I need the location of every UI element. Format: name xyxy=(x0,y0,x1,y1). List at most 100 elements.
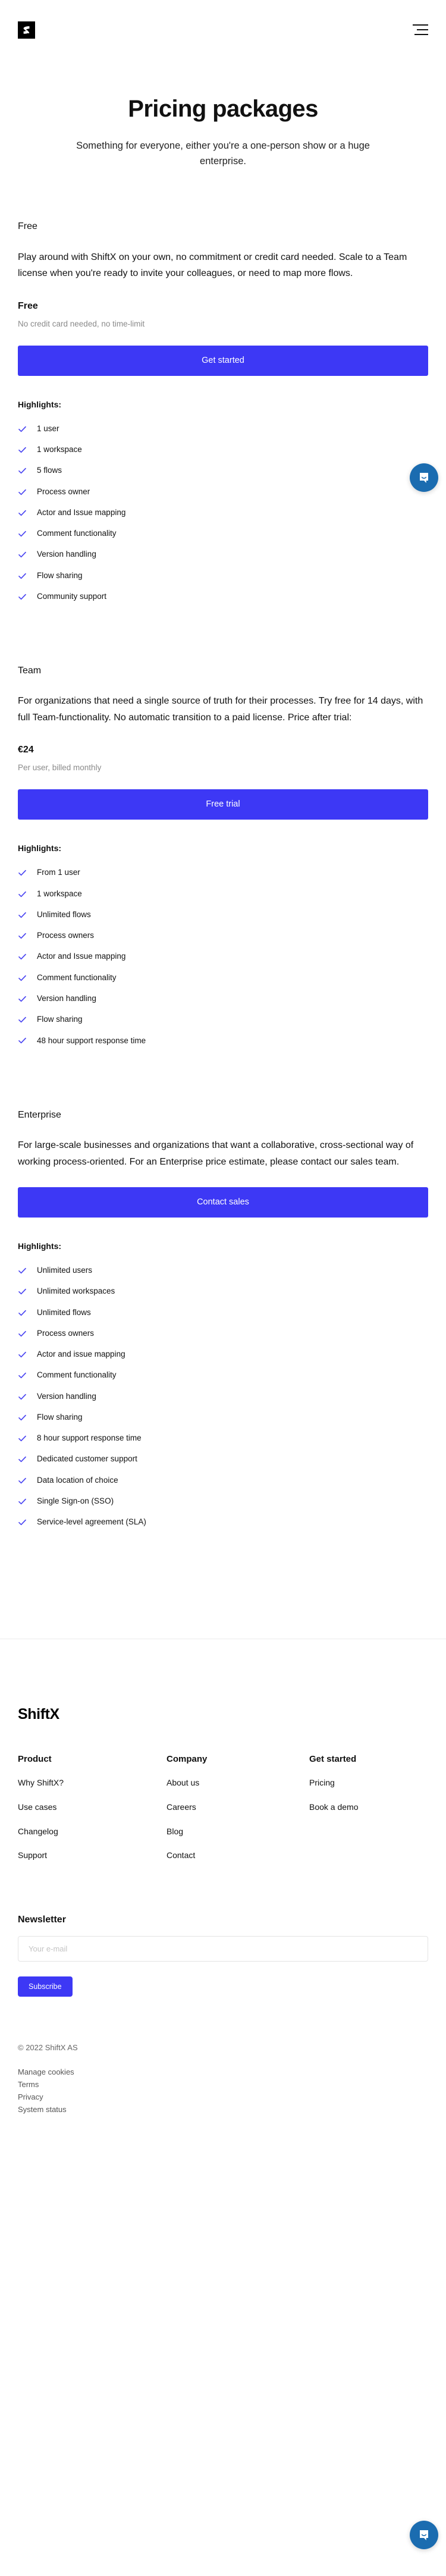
feature-label: Community support xyxy=(37,591,107,601)
feature-label: Flow sharing xyxy=(37,570,83,580)
list-item: 1 workspace xyxy=(18,884,428,905)
highlights-label: Highlights: xyxy=(18,843,62,854)
shiftx-logo-icon[interactable] xyxy=(18,21,35,39)
footer-link-why-shiftx[interactable]: Why ShiftX? xyxy=(18,1777,167,1789)
check-icon xyxy=(18,425,27,434)
check-icon xyxy=(18,550,27,559)
hamburger-line xyxy=(414,34,428,35)
feature-label: Unlimited flows xyxy=(37,909,91,919)
footer-column-company: Company About us Careers Blog Contact xyxy=(167,1754,309,1874)
check-icon xyxy=(18,1434,27,1443)
free-trial-button[interactable]: Free trial xyxy=(18,789,428,820)
list-item: Process owner xyxy=(18,481,428,502)
check-icon xyxy=(18,1497,27,1506)
check-icon xyxy=(18,592,27,601)
plan-name: Enterprise xyxy=(18,1109,61,1120)
feature-label: Service-level agreement (SLA) xyxy=(37,1517,146,1527)
chat-widget-button[interactable] xyxy=(410,2521,438,2549)
feature-label: Data location of choice xyxy=(37,1475,118,1485)
check-icon xyxy=(18,445,27,454)
list-item: Version handling xyxy=(18,989,428,1009)
footer-link-book-a-demo[interactable]: Book a demo xyxy=(309,1802,359,1813)
list-item: 8 hour support response time xyxy=(18,1428,428,1449)
plan-price: €24 xyxy=(18,745,34,755)
list-item: Unlimited users xyxy=(18,1260,428,1281)
hamburger-line xyxy=(417,29,428,30)
check-icon xyxy=(18,1329,27,1338)
check-icon xyxy=(18,911,27,920)
footer-link-pricing[interactable]: Pricing xyxy=(309,1777,359,1789)
feature-label: 1 workspace xyxy=(37,889,82,898)
newsletter-email-input[interactable] xyxy=(18,1935,428,1962)
legal-link-system-status[interactable]: System status xyxy=(18,2103,428,2116)
check-icon xyxy=(18,1371,27,1380)
check-icon xyxy=(18,1266,27,1275)
footer-logo: ShiftX xyxy=(18,1706,59,1723)
check-icon xyxy=(18,488,27,497)
feature-label: Comment functionality xyxy=(37,972,117,982)
feature-label: Actor and Issue mapping xyxy=(37,507,126,517)
site-header xyxy=(0,0,446,59)
list-item: Flow sharing xyxy=(18,1407,428,1428)
hamburger-line xyxy=(413,24,428,26)
list-item: Comment functionality xyxy=(18,523,428,544)
feature-label: Unlimited users xyxy=(37,1266,93,1275)
legal-link-privacy[interactable]: Privacy xyxy=(18,2091,428,2103)
list-item: Version handling xyxy=(18,544,428,565)
hamburger-menu-icon[interactable] xyxy=(413,24,428,35)
footer-link-changelog[interactable]: Changelog xyxy=(18,1826,167,1838)
check-icon xyxy=(18,1015,27,1024)
feature-label: From 1 user xyxy=(37,868,80,877)
list-item: Flow sharing xyxy=(18,565,428,586)
chat-icon xyxy=(416,2527,432,2543)
plan-price-note: No credit card needed, no time-limit xyxy=(18,319,145,328)
feature-label: Process owners xyxy=(37,931,95,940)
list-item: Unlimited workspaces xyxy=(18,1281,428,1302)
subscribe-button[interactable]: Subscribe xyxy=(18,1976,73,1997)
feature-label: Process owners xyxy=(37,1328,95,1338)
footer-link-contact[interactable]: Contact xyxy=(167,1850,309,1862)
list-item: Single Sign-on (SSO) xyxy=(18,1491,428,1512)
list-item: Data location of choice xyxy=(18,1470,428,1491)
footer-link-about-us[interactable]: About us xyxy=(167,1777,309,1789)
footer-column-title: Get started xyxy=(309,1754,357,1765)
feature-label: Single Sign-on (SSO) xyxy=(37,1496,114,1505)
footer-link-support[interactable]: Support xyxy=(18,1850,167,1862)
feature-label: Process owner xyxy=(37,487,90,496)
legal-link-manage-cookies[interactable]: Manage cookies xyxy=(18,2066,428,2078)
feature-label: 48 hour support response time xyxy=(37,1036,146,1045)
feature-label: Flow sharing xyxy=(37,1015,83,1024)
list-item: Version handling xyxy=(18,1386,428,1407)
feature-label: Actor and issue mapping xyxy=(37,1350,125,1359)
get-started-button[interactable]: Get started xyxy=(18,345,428,376)
site-footer: ShiftX Product Why ShiftX? Use cases Cha… xyxy=(0,1639,446,2151)
check-icon xyxy=(18,890,27,899)
page-title: Pricing packages xyxy=(128,96,318,122)
plan-price: Free xyxy=(18,300,38,311)
pricing-page: Pricing packages Something for everyone,… xyxy=(0,0,446,2576)
check-icon xyxy=(18,1036,27,1045)
feature-label: Version handling xyxy=(37,1391,96,1401)
contact-sales-button[interactable]: Contact sales xyxy=(18,1187,428,1218)
check-icon xyxy=(18,1455,27,1464)
feature-label: Comment functionality xyxy=(37,1370,117,1380)
feature-label: 1 workspace xyxy=(37,445,82,454)
list-item: Comment functionality xyxy=(18,968,428,989)
list-item: 1 workspace xyxy=(18,440,428,460)
list-item: Actor and issue mapping xyxy=(18,1344,428,1365)
footer-link-blog[interactable]: Blog xyxy=(167,1826,309,1838)
newsletter-section: Newsletter Subscribe xyxy=(18,1915,428,1997)
legal-link-terms[interactable]: Terms xyxy=(18,2078,428,2091)
list-item: Community support xyxy=(18,586,428,607)
list-item: Process owners xyxy=(18,925,428,946)
footer-link-careers[interactable]: Careers xyxy=(167,1802,309,1813)
plan-description: For organizations that need a single sou… xyxy=(18,696,423,723)
footer-link-columns: Product Why ShiftX? Use cases Changelog … xyxy=(18,1754,428,1874)
footer-column-get-started: Get started Pricing Book a demo xyxy=(309,1754,359,1874)
chat-widget-button[interactable] xyxy=(410,463,438,492)
footer-link-use-cases[interactable]: Use cases xyxy=(18,1802,167,1813)
list-item: 1 user xyxy=(18,419,428,440)
copyright-text: © 2022 ShiftX AS xyxy=(18,2042,78,2052)
check-icon xyxy=(18,868,27,877)
plan-feature-list: Unlimited users Unlimited workspaces Unl… xyxy=(18,1260,428,1533)
